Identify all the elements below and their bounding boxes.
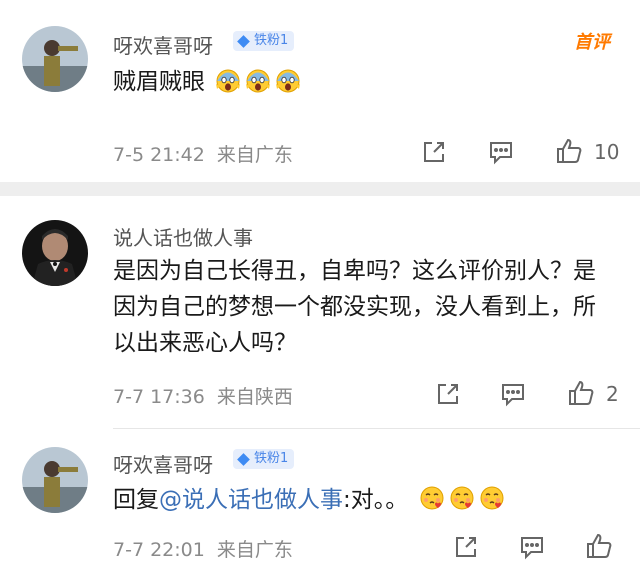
fan-badge: 铁粉1 xyxy=(233,449,295,469)
diamond-icon xyxy=(237,452,250,466)
comment-text-content: 贼眉贼眼 xyxy=(113,69,205,95)
scream-face-emoji xyxy=(274,66,302,94)
comment-time: 7-7 22:01 xyxy=(113,539,205,561)
heart-kiss-emoji xyxy=(418,484,446,512)
share-icon[interactable] xyxy=(452,533,480,561)
like-count: 10 xyxy=(594,140,620,164)
comment-location: 来自广东 xyxy=(216,539,293,561)
comment-text: 回复@说人话也做人事:对。。 xyxy=(113,482,613,518)
comment-time: 7-7 17:36 xyxy=(113,386,205,408)
like-count: 2 xyxy=(606,382,619,406)
comment-1: 呀欢喜哥呀 铁粉1 首评 贼眉贼眼 7-5 21:42 来自广东 10 xyxy=(0,0,640,182)
username[interactable]: 呀欢喜哥呀 xyxy=(113,449,213,478)
diamond-icon xyxy=(237,34,250,48)
heart-kiss-emoji xyxy=(448,484,476,512)
like-icon[interactable] xyxy=(554,136,582,164)
share-icon[interactable] xyxy=(434,380,462,408)
section-divider xyxy=(0,182,640,196)
mention-link[interactable]: @说人话也做人事 xyxy=(159,487,343,513)
comment-location: 来自陕西 xyxy=(216,386,293,408)
comment-2: 说人话也做人事 是因为自己长得丑，自卑吗？这么评价别人？是因为自己的梦想一个都没… xyxy=(0,196,640,428)
first-comment-tag: 首评 xyxy=(574,32,610,53)
comment-time: 7-5 21:42 xyxy=(113,144,205,166)
comment-icon[interactable] xyxy=(487,138,515,166)
comment-text: 贼眉贼眼 xyxy=(113,64,613,100)
share-icon[interactable] xyxy=(420,138,448,166)
like-icon[interactable] xyxy=(566,378,594,406)
scream-face-emoji xyxy=(244,66,272,94)
comment-text: 是因为自己长得丑，自卑吗？这么评价别人？是因为自己的梦想一个都没实现，没人看到上… xyxy=(113,258,596,356)
comment-meta: 7-7 17:36 来自陕西 xyxy=(113,382,293,409)
reply-prefix: 回复 xyxy=(113,487,159,513)
comment-3: 呀欢喜哥呀 铁粉1 回复@说人话也做人事:对。。 7-7 22:01 来自广东 xyxy=(0,429,640,579)
avatar[interactable] xyxy=(22,220,88,286)
avatar[interactable] xyxy=(22,26,88,92)
fan-badge: 铁粉1 xyxy=(233,31,295,51)
username[interactable]: 说人话也做人事 xyxy=(113,222,253,251)
reply-text: :对。。 xyxy=(343,487,409,513)
heart-kiss-emoji xyxy=(478,484,506,512)
fan-badge-label: 铁粉1 xyxy=(254,451,289,466)
comment-icon[interactable] xyxy=(518,533,546,561)
comment-location: 来自广东 xyxy=(216,144,293,166)
like-icon[interactable] xyxy=(584,531,612,559)
username[interactable]: 呀欢喜哥呀 xyxy=(113,30,213,59)
comment-meta: 7-7 22:01 来自广东 xyxy=(113,535,293,562)
fan-badge-label: 铁粉1 xyxy=(254,33,289,48)
comment-icon[interactable] xyxy=(499,380,527,408)
comment-meta: 7-5 21:42 来自广东 xyxy=(113,140,293,167)
avatar[interactable] xyxy=(22,447,88,513)
scream-face-emoji xyxy=(214,66,242,94)
